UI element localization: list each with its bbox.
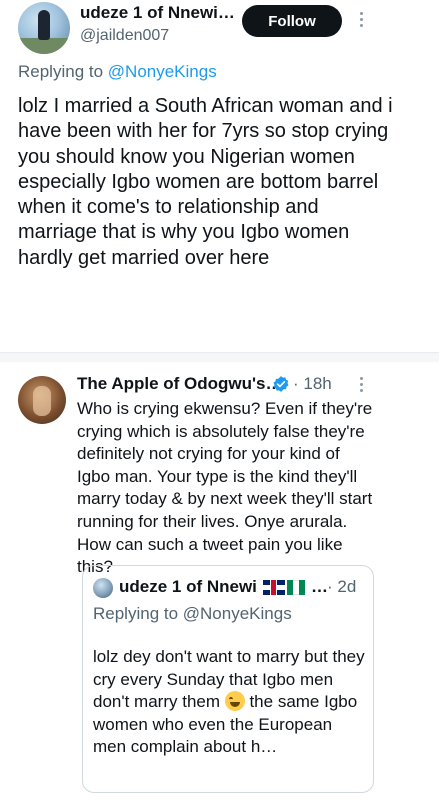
nigeria-flag-icon	[287, 580, 305, 595]
tweet-text: lolz I married a South African woman and…	[18, 95, 393, 269]
replying-to: Replying to @NonyeKings	[18, 62, 217, 82]
avatar-figure	[33, 386, 51, 416]
reply-text: Who is crying ekwensu? Even if they're c…	[77, 399, 373, 577]
replying-to-label: Replying to	[18, 62, 108, 81]
author-handle[interactable]: @jailden007	[80, 27, 169, 45]
reply-author-avatar[interactable]	[18, 376, 66, 424]
more-options-icon[interactable]	[358, 375, 364, 397]
tears-of-joy-emoji	[224, 691, 245, 712]
reply-tweet[interactable]: The Apple of Odogwu's… · 18h Who is cryi…	[0, 362, 439, 793]
uk-flag-icon	[263, 580, 285, 595]
name-truncation: …	[311, 577, 328, 596]
avatar-ground	[18, 38, 70, 54]
main-tweet: udeze 1 of Nnewi… @jailden007 Follow Rep…	[0, 0, 439, 352]
quoted-replying-to: Replying to @NonyeKings	[93, 604, 292, 623]
reply-timestamp[interactable]: · 18h	[293, 374, 332, 394]
quoted-timestamp: · 2d	[327, 577, 357, 596]
more-options-icon[interactable]	[358, 10, 364, 32]
author-avatar[interactable]	[18, 2, 70, 54]
quoted-tweet[interactable]: udeze 1 of Nnewi … · 2d Replying to @Non…	[82, 565, 374, 793]
reply-author-name[interactable]: The Apple of Odogwu's…	[77, 374, 283, 394]
author-name[interactable]: udeze 1 of Nnewi…	[80, 3, 235, 23]
avatar-figure	[38, 10, 50, 40]
flag-emojis	[263, 580, 305, 595]
quoted-text: lolz dey don't want to marry but they cr…	[93, 646, 368, 759]
mention-link[interactable]: @NonyeKings	[108, 62, 217, 81]
section-divider	[0, 352, 439, 362]
verified-badge-icon	[273, 376, 289, 392]
quoted-author-name: udeze 1 of Nnewi	[119, 577, 257, 596]
quoted-author-avatar	[93, 578, 113, 598]
follow-button[interactable]: Follow	[242, 5, 342, 37]
